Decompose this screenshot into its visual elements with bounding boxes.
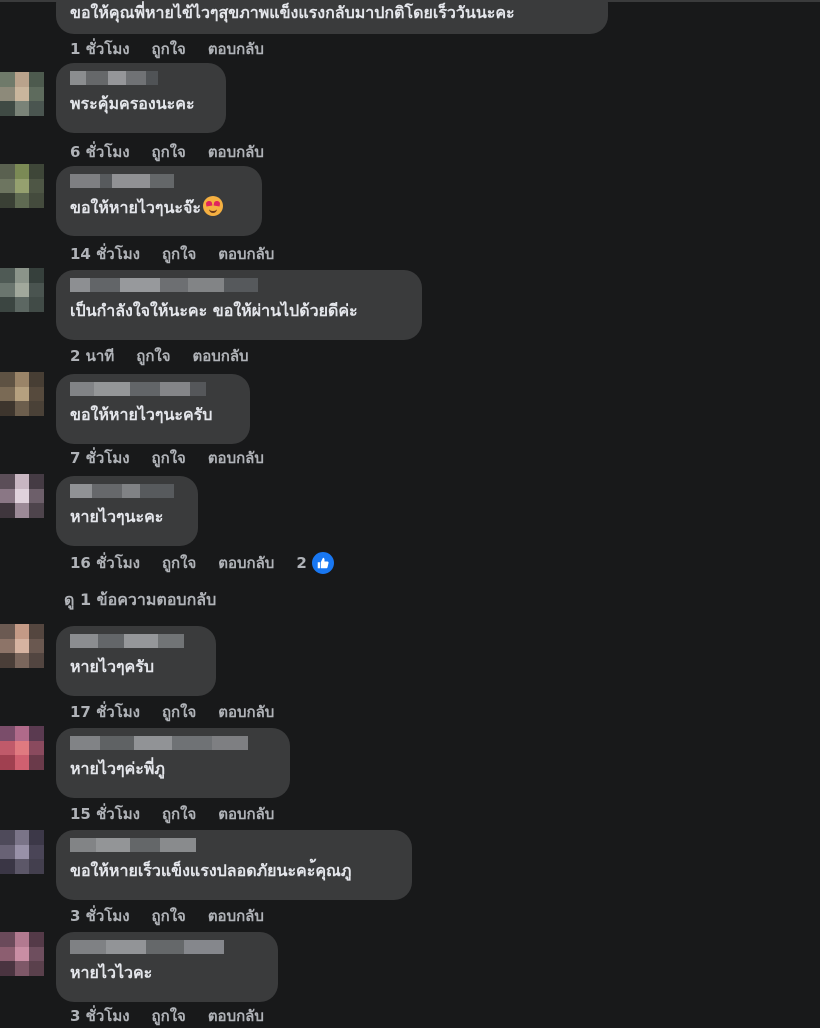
reply-link[interactable]: ตอบกลับ xyxy=(218,242,274,266)
comment-text: ขอให้หายไวๆนะครับ xyxy=(70,405,213,424)
comment-actions: 16 ชั่วโมง ถูกใจ ตอบกลับ 2 xyxy=(70,550,336,576)
comment-time[interactable]: 3 ชั่วโมง xyxy=(70,904,130,928)
commenter-name[interactable] xyxy=(70,634,202,648)
avatar[interactable] xyxy=(0,268,44,312)
comment-time[interactable]: 15 ชั่วโมง xyxy=(70,802,140,826)
avatar[interactable] xyxy=(0,932,44,976)
reply-link[interactable]: ตอบกลับ xyxy=(208,140,264,164)
commenter-name[interactable] xyxy=(70,71,212,85)
comment-time[interactable]: 1 ชั่วโมง xyxy=(70,37,130,61)
view-replies-link[interactable]: ดู 1 ข้อความตอบกลับ xyxy=(64,588,216,613)
reply-link[interactable]: ตอบกลับ xyxy=(208,1004,264,1028)
comment-actions: 6 ชั่วโมง ถูกใจ ตอบกลับ xyxy=(70,140,264,164)
comment-bubble: หายไวๆนะคะ xyxy=(56,476,198,546)
commenter-name[interactable] xyxy=(70,382,236,396)
like-link[interactable]: ถูกใจ xyxy=(136,344,170,368)
reply-link[interactable]: ตอบกลับ xyxy=(208,904,264,928)
avatar[interactable] xyxy=(0,372,44,416)
comment-actions: 2 นาที ถูกใจ ตอบกลับ xyxy=(70,344,249,368)
comment-text: ขอให้หายเร็วแข็งแรงปลอดภัยนะคะ้คุณภู xyxy=(70,861,352,880)
reply-link[interactable]: ตอบกลับ xyxy=(208,446,264,470)
like-link[interactable]: ถูกใจ xyxy=(152,37,186,61)
avatar[interactable] xyxy=(0,72,44,116)
like-link[interactable]: ถูกใจ xyxy=(152,1004,186,1028)
reply-link[interactable]: ตอบกลับ xyxy=(193,344,249,368)
reaction-summary[interactable]: 2 xyxy=(296,550,336,576)
reaction-count: 2 xyxy=(296,554,307,572)
commenter-name[interactable] xyxy=(70,940,264,954)
comment-bubble: หายไวไวคะ xyxy=(56,932,278,1002)
comment-actions: 15 ชั่วโมง ถูกใจ ตอบกลับ xyxy=(70,802,274,826)
comment-bubble: พระคุ้มครองนะคะ xyxy=(56,63,226,133)
commenter-name[interactable] xyxy=(70,174,248,188)
comment-actions: 3 ชั่วโมง ถูกใจ ตอบกลับ xyxy=(70,1004,264,1028)
like-link[interactable]: ถูกใจ xyxy=(152,446,186,470)
like-link[interactable]: ถูกใจ xyxy=(152,904,186,928)
like-link[interactable]: ถูกใจ xyxy=(162,700,196,724)
like-link[interactable]: ถูกใจ xyxy=(162,551,196,575)
comment-time[interactable]: 3 ชั่วโมง xyxy=(70,1004,130,1028)
avatar[interactable] xyxy=(0,474,44,518)
thumbs-up-icon xyxy=(309,550,336,576)
comment-bubble: ขอให้หายไวๆนะจ๊ะ xyxy=(56,166,262,236)
comment-time[interactable]: 14 ชั่วโมง xyxy=(70,242,140,266)
comment-time[interactable]: 2 นาที xyxy=(70,344,114,368)
comment-bubble: ขอให้คุณพี่หายไข้ไวๆสุขภาพแข็งแรงกลับมาป… xyxy=(56,0,608,34)
avatar[interactable] xyxy=(0,830,44,874)
avatar[interactable] xyxy=(0,164,44,208)
comment-actions: 7 ชั่วโมง ถูกใจ ตอบกลับ xyxy=(70,446,264,470)
commenter-name[interactable] xyxy=(70,278,408,292)
comment-text: พระคุ้มครองนะคะ xyxy=(70,94,195,113)
commenter-name[interactable] xyxy=(70,484,184,498)
comment-text: ขอให้คุณพี่หายไข้ไวๆสุขภาพแข็งแรงกลับมาป… xyxy=(70,3,515,22)
reply-link[interactable]: ตอบกลับ xyxy=(208,37,264,61)
comment-text: หายไวๆนะคะ xyxy=(70,507,164,526)
like-link[interactable]: ถูกใจ xyxy=(162,242,196,266)
comment-time[interactable]: 17 ชั่วโมง xyxy=(70,700,140,724)
comment-actions: 1 ชั่วโมง ถูกใจ ตอบกลับ xyxy=(70,37,264,61)
comment-bubble: หายไวๆค่ะพี่ภู xyxy=(56,728,290,798)
avatar[interactable] xyxy=(0,726,44,770)
comment-bubble: ขอให้หายเร็วแข็งแรงปลอดภัยนะคะ้คุณภู xyxy=(56,830,412,900)
comment-actions: 14 ชั่วโมง ถูกใจ ตอบกลับ xyxy=(70,242,274,266)
reply-link[interactable]: ตอบกลับ xyxy=(218,802,274,826)
like-link[interactable]: ถูกใจ xyxy=(152,140,186,164)
commenter-name[interactable] xyxy=(70,736,276,750)
comment-time[interactable]: 6 ชั่วโมง xyxy=(70,140,130,164)
comment-actions: 3 ชั่วโมง ถูกใจ ตอบกลับ xyxy=(70,904,264,928)
comment-bubble: เป็นกำลังใจให้นะคะ ขอให้ผ่านไปด้วยดีค่ะ xyxy=(56,270,422,340)
commenter-name[interactable] xyxy=(70,838,398,852)
comment-text: หายไวๆครับ xyxy=(70,657,154,676)
comment-text: ขอให้หายไวๆนะจ๊ะ xyxy=(70,196,248,219)
comment-bubble: หายไวๆครับ xyxy=(56,626,216,696)
comment-text: เป็นกำลังใจให้นะคะ ขอให้ผ่านไปด้วยดีค่ะ xyxy=(70,301,358,320)
comment-text: หายไวไวคะ xyxy=(70,963,153,982)
comment-actions: 17 ชั่วโมง ถูกใจ ตอบกลับ xyxy=(70,700,274,724)
comment-text: หายไวๆค่ะพี่ภู xyxy=(70,759,165,778)
comment-bubble: ขอให้หายไวๆนะครับ xyxy=(56,374,250,444)
reply-link[interactable]: ตอบกลับ xyxy=(218,700,274,724)
reply-link[interactable]: ตอบกลับ xyxy=(218,551,274,575)
comment-time[interactable]: 7 ชั่วโมง xyxy=(70,446,130,470)
smiling-face-with-hearts-icon xyxy=(202,196,223,216)
like-link[interactable]: ถูกใจ xyxy=(162,802,196,826)
avatar[interactable] xyxy=(0,624,44,668)
comment-time[interactable]: 16 ชั่วโมง xyxy=(70,551,140,575)
